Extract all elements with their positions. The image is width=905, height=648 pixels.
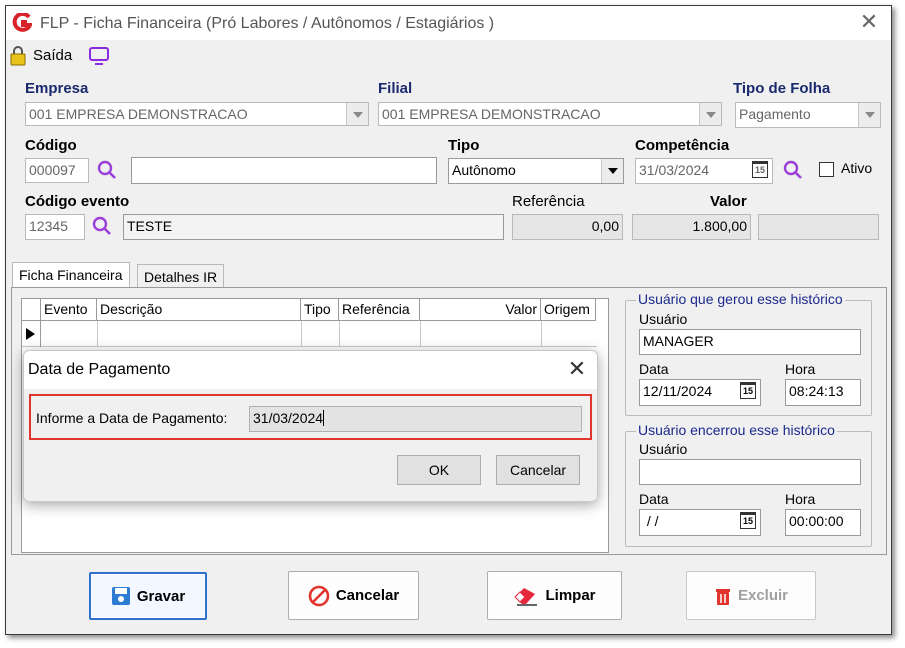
tipo-folha-value: Pagamento <box>739 106 811 122</box>
row-indicator <box>22 321 41 347</box>
referencia-input[interactable]: 0,00 <box>512 214 623 240</box>
chevron-down-icon[interactable] <box>699 103 721 125</box>
dialog-cancel-button[interactable]: Cancelar <box>496 455 580 485</box>
codigo-name-input[interactable] <box>131 157 437 184</box>
app-logo-icon <box>12 13 32 32</box>
tab-ficha-financeira[interactable]: Ficha Financeira <box>12 262 130 288</box>
valor-extra-input[interactable] <box>758 214 879 240</box>
eraser-icon <box>514 587 538 606</box>
lock-icon[interactable] <box>10 46 26 66</box>
trash-icon <box>715 588 730 605</box>
payment-date-dialog: Data de Pagamento ✕ Informe a Data de Pa… <box>23 350 598 502</box>
clear-button[interactable]: Limpar <box>487 571 622 620</box>
empresa-label: Empresa <box>25 80 89 97</box>
ok-button[interactable]: OK <box>397 455 481 485</box>
payment-date-input[interactable]: 31/03/2024 <box>249 406 582 432</box>
gerou-group-title: Usuário que gerou esse histórico <box>636 291 845 307</box>
dialog-prompt: Informe a Data de Pagamento: <box>36 410 228 426</box>
delete-label: Excluir <box>737 587 789 604</box>
floppy-disk-icon <box>111 587 130 605</box>
tipo-folha-label: Tipo de Folha <box>733 80 831 97</box>
ativo-checkbox[interactable] <box>819 162 834 177</box>
main-window: FLP - Ficha Financeira (Pró Labores / Au… <box>5 5 892 635</box>
encerrou-data-value: / / <box>643 513 659 529</box>
search-icon[interactable] <box>96 159 118 181</box>
tipo-folha-select[interactable]: Pagamento <box>735 102 881 128</box>
chevron-down-icon[interactable] <box>346 103 368 125</box>
gerou-data-input[interactable]: 12/11/2024 15 <box>639 379 761 406</box>
empresa-select[interactable]: 001 EMPRESA DEMONSTRACAO <box>25 102 369 126</box>
tipo-label: Tipo <box>448 137 480 154</box>
title-bar: FLP - Ficha Financeira (Pró Labores / Au… <box>6 6 891 40</box>
gerou-usuario-input[interactable]: MANAGER <box>639 329 861 355</box>
search-icon[interactable] <box>782 159 804 181</box>
dialog-close-button[interactable]: ✕ <box>561 353 593 385</box>
window-close-button[interactable]: ✕ <box>854 8 884 38</box>
chevron-down-icon[interactable] <box>858 103 880 127</box>
cancel-icon <box>308 585 330 606</box>
grid-header-origem[interactable]: Origem <box>541 299 596 321</box>
encerrou-data-input[interactable]: / / 15 <box>639 509 761 536</box>
text-caret <box>323 410 325 426</box>
clear-label: Limpar <box>545 587 596 604</box>
evento-label: Código evento <box>25 193 130 210</box>
filial-value: 001 EMPRESA DEMONSTRACAO <box>382 106 601 122</box>
search-icon[interactable] <box>91 215 113 237</box>
dialog-title: Data de Pagamento <box>28 361 171 378</box>
encerrou-hora-label: Hora <box>785 491 816 507</box>
gerou-data-value: 12/11/2024 <box>643 383 713 399</box>
grid-header-referencia[interactable]: Referência <box>339 299 420 321</box>
encerrou-usuario-input[interactable] <box>639 459 861 485</box>
tab-detalhes-ir[interactable]: Detalhes IR <box>137 264 225 288</box>
referencia-label: Referência <box>512 193 585 210</box>
dialog-title-bar: Data de Pagamento ✕ <box>24 351 597 389</box>
save-button[interactable]: Gravar <box>89 572 207 620</box>
encerrou-hora-input[interactable]: 00:00:00 <box>785 509 861 536</box>
tipo-select[interactable]: Autônomo <box>448 158 624 184</box>
codigo-input[interactable]: 000097 <box>25 158 89 183</box>
filial-select[interactable]: 001 EMPRESA DEMONSTRACAO <box>378 102 722 126</box>
exit-label[interactable]: Saída <box>33 47 72 64</box>
cancel-button[interactable]: Cancelar <box>288 571 419 620</box>
save-label: Gravar <box>136 587 186 605</box>
codigo-label: Código <box>25 137 77 154</box>
empresa-value: 001 EMPRESA DEMONSTRACAO <box>29 106 248 122</box>
table-row[interactable] <box>22 321 597 347</box>
grid-header-evento[interactable]: Evento <box>41 299 97 321</box>
competencia-value: 31/03/2024 <box>639 162 710 178</box>
evento-code-input[interactable]: 12345 <box>25 214 85 240</box>
payment-date-value: 31/03/2024 <box>253 410 324 426</box>
window-title: FLP - Ficha Financeira (Pró Labores / Au… <box>40 15 495 32</box>
gerou-usuario-label: Usuário <box>639 311 688 327</box>
valor-input[interactable]: 1.800,00 <box>632 214 751 240</box>
evento-description-input[interactable]: TESTE <box>123 214 504 240</box>
grid-header-valor[interactable]: Valor <box>420 299 541 321</box>
calendar-icon[interactable]: 15 <box>740 382 756 399</box>
grid-header-tipo[interactable]: Tipo <box>301 299 339 321</box>
calendar-icon[interactable]: 15 <box>752 161 768 178</box>
chevron-down-icon[interactable] <box>601 159 623 183</box>
row-pointer-icon <box>26 328 35 340</box>
ativo-label: Ativo <box>841 160 873 176</box>
tipo-value: Autônomo <box>452 162 516 178</box>
gerou-hora-input[interactable]: 08:24:13 <box>785 379 861 406</box>
encerrou-data-label: Data <box>639 491 669 507</box>
competencia-label: Competência <box>635 137 730 154</box>
encerrou-group-title: Usuário encerrou esse histórico <box>636 422 837 438</box>
encerrou-usuario-label: Usuário <box>639 441 688 457</box>
delete-button[interactable]: Excluir <box>686 571 816 620</box>
grid-header-descricao[interactable]: Descrição <box>97 299 301 321</box>
grid-corner <box>22 299 41 321</box>
cancel-label: Cancelar <box>335 587 400 604</box>
gerou-data-label: Data <box>639 361 669 377</box>
calendar-icon[interactable]: 15 <box>740 512 756 529</box>
gerou-hora-label: Hora <box>785 361 816 377</box>
competencia-input[interactable]: 31/03/2024 15 <box>635 158 773 184</box>
filial-label: Filial <box>378 80 413 97</box>
monitor-icon[interactable] <box>88 46 110 66</box>
valor-label: Valor <box>710 193 747 210</box>
